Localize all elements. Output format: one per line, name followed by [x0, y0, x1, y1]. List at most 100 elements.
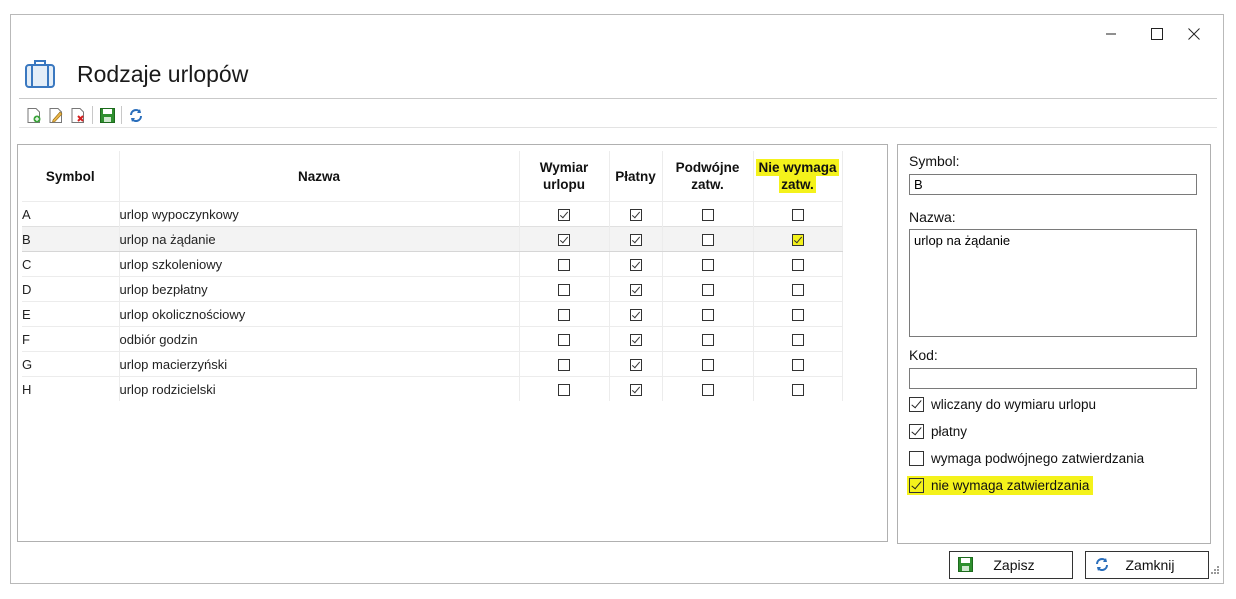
wymiar-checkbox[interactable] — [558, 259, 570, 272]
wliczany-checkbox[interactable] — [909, 397, 924, 412]
cell-nie-wymaga — [753, 226, 843, 252]
nie-wymaga-checkbox[interactable] — [791, 384, 804, 397]
platny-checkbox[interactable] — [629, 359, 642, 372]
kod-label: Kod: — [909, 347, 938, 363]
cell-nie-wymaga — [753, 201, 843, 227]
nie-wymaga-checkbox[interactable] — [909, 478, 924, 493]
platny-checkbox[interactable] — [629, 234, 642, 247]
table-row[interactable]: Durlop bezpłatny — [22, 276, 843, 302]
table-row[interactable]: Gurlop macierzyński — [22, 351, 843, 377]
cell-nie-wymaga — [753, 376, 843, 401]
column-header-label: zatw. — [691, 177, 724, 192]
table-header-row: Symbol Nazwa Wymiar urlopu Płatny Podwójn… — [22, 151, 843, 202]
cell-platny — [609, 201, 663, 227]
nie-wymaga-checkbox[interactable] — [791, 334, 804, 347]
cell-wymiar — [519, 226, 610, 252]
cell-symbol: C — [22, 251, 120, 277]
wymiar-checkbox[interactable] — [558, 234, 570, 247]
details-form: Symbol: B Nazwa: urlop na żądanie Kod: w… — [897, 144, 1211, 544]
table-row[interactable]: Fodbiór godzin — [22, 326, 843, 352]
platny-checkbox[interactable] — [629, 259, 642, 272]
symbol-field[interactable]: B — [909, 174, 1197, 195]
column-header-label: Nazwa — [297, 168, 341, 184]
minimize-button[interactable] — [1088, 15, 1134, 53]
podwojne-checkbox[interactable] — [701, 284, 714, 297]
platny-checkbox[interactable] — [629, 309, 642, 322]
table-row[interactable]: Curlop szkoleniowy — [22, 251, 843, 277]
podwojne-checkbox-row[interactable]: wymaga podwójnego zatwierdzania — [909, 451, 1144, 466]
wymiar-checkbox[interactable] — [558, 334, 570, 347]
column-header-podwojne[interactable]: Podwójne zatw. — [662, 151, 754, 202]
platny-checkbox[interactable] — [629, 209, 642, 222]
nie-wymaga-checkbox[interactable] — [791, 234, 804, 247]
wymiar-checkbox[interactable] — [558, 309, 570, 322]
platny-checkbox[interactable] — [909, 424, 924, 439]
nie-wymaga-checkbox[interactable] — [791, 259, 804, 272]
resize-grip-icon[interactable] — [1210, 562, 1220, 580]
podwojne-checkbox[interactable] — [909, 451, 924, 466]
column-header-symbol[interactable]: Symbol — [22, 151, 120, 202]
table-body: Aurlop wypoczynkowy Burlop na żądanie Curl… — [22, 201, 843, 401]
cell-symbol: G — [22, 351, 120, 377]
wymiar-checkbox[interactable] — [558, 209, 570, 222]
close-window-button[interactable] — [1171, 15, 1217, 53]
new-record-button[interactable] — [23, 105, 45, 125]
cell-nazwa: urlop bezpłatny — [119, 276, 520, 302]
podwojne-checkbox[interactable] — [701, 309, 714, 322]
cell-nie-wymaga — [753, 276, 843, 302]
save-button[interactable]: Zapisz — [949, 551, 1073, 579]
cell-symbol: F — [22, 326, 120, 352]
cell-symbol: B — [22, 226, 120, 252]
table-row[interactable]: Burlop na żądanie — [22, 226, 843, 252]
podwojne-checkbox[interactable] — [701, 209, 714, 222]
wymiar-checkbox[interactable] — [558, 284, 570, 297]
save-icon — [958, 557, 973, 575]
nie-wymaga-checkbox[interactable] — [791, 309, 804, 322]
cell-platny — [609, 251, 663, 277]
cell-platny — [609, 376, 663, 401]
platny-checkbox[interactable] — [629, 384, 642, 397]
column-header-label: Nie wymaga — [756, 159, 839, 176]
save-toolbar-button[interactable] — [96, 105, 118, 125]
podwojne-checkbox[interactable] — [701, 384, 714, 397]
nazwa-field[interactable]: urlop na żądanie — [909, 229, 1197, 337]
platny-checkbox-row[interactable]: płatny — [909, 424, 967, 439]
nie-wymaga-checkbox[interactable] — [791, 209, 804, 222]
platny-checkbox[interactable] — [629, 284, 642, 297]
column-header-nie-wymaga[interactable]: Nie wymaga zatw. — [753, 151, 843, 202]
kod-field[interactable] — [909, 368, 1197, 389]
column-header-nazwa[interactable]: Nazwa — [119, 151, 520, 202]
cell-nazwa: urlop okolicznościowy — [119, 301, 520, 327]
cell-wymiar — [519, 251, 610, 277]
cell-nie-wymaga — [753, 301, 843, 327]
table-row[interactable]: Eurlop okolicznościowy — [22, 301, 843, 327]
podwojne-checkbox[interactable] — [701, 234, 714, 247]
leave-types-grid: Symbol Nazwa Wymiar urlopu Płatny Podwójn… — [17, 144, 888, 542]
column-header-wymiar[interactable]: Wymiar urlopu — [519, 151, 610, 202]
nazwa-label: Nazwa: — [909, 209, 956, 225]
column-header-platny[interactable]: Płatny — [609, 151, 663, 202]
refresh-icon — [1094, 557, 1110, 575]
wliczany-checkbox-row[interactable]: wliczany do wymiaru urlopu — [909, 397, 1096, 412]
refresh-toolbar-button[interactable] — [125, 105, 147, 125]
table-row[interactable]: Hurlop rodzicielski — [22, 376, 843, 401]
platny-checkbox[interactable] — [629, 334, 642, 347]
leave-types-table: Symbol Nazwa Wymiar urlopu Płatny Podwójn… — [22, 151, 843, 401]
wymiar-checkbox[interactable] — [558, 384, 570, 397]
delete-record-button[interactable] — [67, 105, 89, 125]
podwojne-checkbox[interactable] — [701, 334, 714, 347]
nie-wymaga-checkbox-row[interactable]: nie wymaga zatwierdzania — [907, 476, 1094, 495]
minimize-icon — [1106, 33, 1116, 35]
cell-symbol: D — [22, 276, 120, 302]
cell-podwojne — [662, 226, 754, 252]
nie-wymaga-checkbox[interactable] — [791, 359, 804, 372]
cell-nie-wymaga — [753, 351, 843, 377]
edit-record-button[interactable] — [45, 105, 67, 125]
table-row[interactable]: Aurlop wypoczynkowy — [22, 201, 843, 227]
podwojne-checkbox[interactable] — [701, 259, 714, 272]
close-button[interactable]: Zamknij — [1085, 551, 1209, 579]
podwojne-checkbox[interactable] — [701, 359, 714, 372]
wymiar-checkbox[interactable] — [558, 359, 570, 372]
nie-wymaga-checkbox[interactable] — [791, 284, 804, 297]
cell-wymiar — [519, 326, 610, 352]
